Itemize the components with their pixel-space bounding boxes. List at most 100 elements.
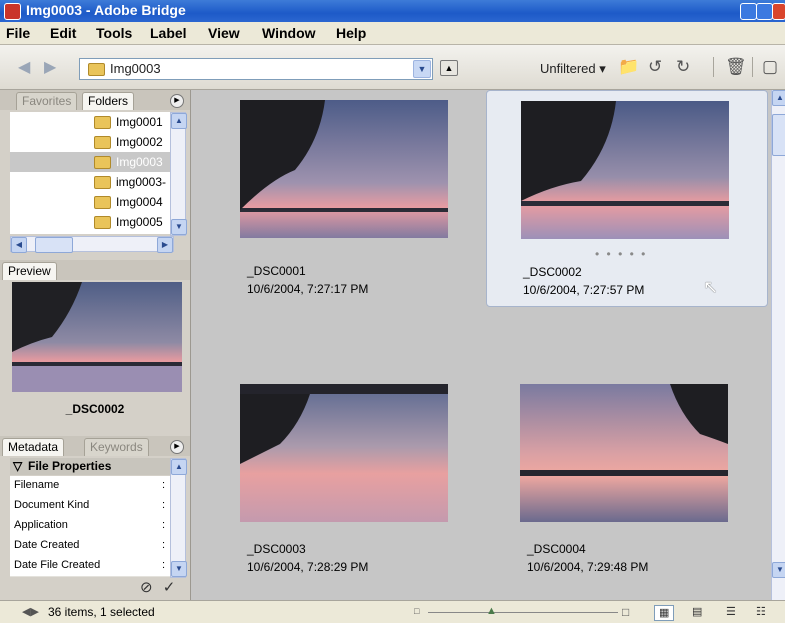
thumbnail-item-selected[interactable]: • • • • • _DSC0002 10/6/2004, 7:27:57 PM… <box>486 90 768 307</box>
path-text: Img0003 <box>110 61 161 76</box>
metadata-key: Date Created <box>14 539 80 551</box>
thumbnail-date: 10/6/2004, 7:27:17 PM <box>247 282 369 296</box>
rotate-right-icon[interactable]: ↻ <box>676 57 690 77</box>
cursor-icon: ↖ <box>703 277 719 297</box>
folder-item[interactable]: Img0002 <box>10 132 172 152</box>
metadata-vertical-scrollbar[interactable]: ▲ ▼ <box>170 458 187 578</box>
scroll-down-icon[interactable]: ▼ <box>772 562 785 578</box>
tab-favorites[interactable]: Favorites <box>16 92 78 110</box>
scroll-right-icon[interactable]: ▶ <box>157 237 173 253</box>
slider-thumb[interactable]: ▲ <box>486 605 497 617</box>
large-thumb-icon[interactable]: □ <box>622 605 629 619</box>
cancel-icon[interactable]: ⊘ <box>140 579 153 596</box>
tab-metadata[interactable]: Metadata <box>2 438 65 456</box>
menu-edit[interactable]: Edit <box>50 25 76 41</box>
thumbnails-view-icon[interactable]: ▦ <box>654 605 675 621</box>
preview-filename: _DSC0002 <box>65 402 125 416</box>
menu-file[interactable]: File <box>6 25 30 41</box>
thumbnail-item[interactable]: _DSC0001 10/6/2004, 7:27:17 PM <box>211 90 491 305</box>
folder-icon <box>88 63 105 76</box>
tab-folders[interactable]: Folders <box>82 92 135 110</box>
details-view-icon[interactable]: ☰ <box>726 605 736 619</box>
tab-keywords[interactable]: Keywords <box>84 438 149 456</box>
scroll-up-icon[interactable]: ▲ <box>171 459 187 475</box>
folder-name: Img0002 <box>116 135 163 149</box>
menu-tools[interactable]: Tools <box>96 25 132 41</box>
chevron-down-icon[interactable]: ▼ <box>413 60 431 78</box>
toggle-panels-icon[interactable]: ◀▶ <box>22 605 39 618</box>
minimize-button[interactable] <box>740 3 757 20</box>
folder-item[interactable]: Img0001 <box>10 112 172 132</box>
maximize-button[interactable] <box>756 3 773 20</box>
preview-tab-bar: Preview <box>0 260 190 280</box>
folder-item[interactable]: Img0004 <box>10 192 172 212</box>
scroll-down-icon[interactable]: ▼ <box>171 561 187 577</box>
scroll-down-icon[interactable]: ▼ <box>171 219 187 235</box>
metadata-sep: : <box>162 499 166 511</box>
toolbar: ◀ ▶ Img0003 ▼ ▲ Unfiltered ▾ 📁 ↺ ↻ 🗑 ▢ <box>0 45 785 90</box>
metadata-sep: : <box>162 539 166 551</box>
filter-dropdown[interactable]: Unfiltered ▾ <box>540 61 606 77</box>
folders-tree: Img0001 Img0002 Img0003 img0003- Img0004… <box>10 112 172 234</box>
thumbnail-date: 10/6/2004, 7:27:57 PM <box>523 283 645 297</box>
metadata-actions: ⊘ ✓ <box>140 578 175 596</box>
apply-check-icon[interactable]: ✓ <box>163 579 176 596</box>
thumbnail-size-slider[interactable] <box>428 612 618 613</box>
versions-view-icon[interactable]: ☷ <box>756 605 766 619</box>
scroll-up-icon[interactable]: ▲ <box>171 113 187 129</box>
content-vertical-scrollbar[interactable]: ▲ ▼ <box>771 90 785 600</box>
menu-bar: File Edit Tools Label View Window Help <box>0 22 785 45</box>
tab-preview[interactable]: Preview <box>2 262 57 280</box>
path-field[interactable]: Img0003 ▼ <box>79 58 433 80</box>
menu-label[interactable]: Label <box>150 25 187 41</box>
rating-dots[interactable]: • • • • • <box>595 247 647 261</box>
thumbnail-image <box>240 100 448 238</box>
scroll-up-icon[interactable]: ▲ <box>772 90 785 106</box>
title-bar: Img0003 - Adobe Bridge <box>0 0 785 22</box>
folder-name: img0003- <box>116 175 167 189</box>
thumbnails-pane: _DSC0001 10/6/2004, 7:27:17 PM • • • • •… <box>191 90 771 600</box>
new-folder-icon[interactable]: 📁 <box>618 57 639 77</box>
back-arrow-icon[interactable]: ◀ <box>18 57 30 77</box>
panel-menu-icon[interactable]: ▶ <box>170 440 184 454</box>
compact-mode-icon[interactable]: ▢ <box>762 57 778 77</box>
folders-vertical-scrollbar[interactable]: ▲ ▼ <box>170 112 187 236</box>
filmstrip-view-icon[interactable]: ▤ <box>692 605 702 619</box>
metadata-key: Filename <box>14 479 60 491</box>
metadata-tab-bar: Metadata Keywords ▶ <box>0 436 190 456</box>
menu-help[interactable]: Help <box>336 25 366 41</box>
scroll-left-icon[interactable]: ◀ <box>11 237 27 253</box>
thumbnail-item[interactable]: _DSC0003 10/6/2004, 7:28:29 PM <box>211 374 491 589</box>
window-title: Img0003 - Adobe Bridge <box>26 2 186 18</box>
menu-view[interactable]: View <box>208 25 240 41</box>
thumbnail-image <box>521 101 729 239</box>
status-bar: ◀▶ 36 items, 1 selected □ ▲ □ ▦ ▤ ☰ ☷ <box>0 600 785 623</box>
scroll-thumb[interactable] <box>35 237 73 253</box>
trash-icon[interactable]: 🗑 <box>725 57 747 77</box>
up-folder-icon[interactable]: ▲ <box>440 60 458 76</box>
folder-item[interactable]: Img0005 <box>10 212 172 232</box>
folders-horizontal-scrollbar[interactable]: ◀ ▶ <box>10 236 174 253</box>
folder-item-selected[interactable]: Img0003 <box>10 152 172 172</box>
thumbnail-date: 10/6/2004, 7:28:29 PM <box>247 560 369 574</box>
folder-name: Img0001 <box>116 115 163 129</box>
folder-item[interactable]: img0003- <box>10 172 172 192</box>
small-thumb-icon[interactable]: □ <box>414 606 419 616</box>
metadata-row: Filename: <box>10 476 172 497</box>
panel-menu-icon[interactable]: ▶ <box>170 94 184 108</box>
file-properties-label: File Properties <box>28 459 112 473</box>
file-properties-header[interactable]: ▽ File Properties <box>10 458 186 475</box>
forward-arrow-icon[interactable]: ▶ <box>44 57 56 77</box>
thumbnail-image <box>520 384 728 522</box>
metadata-row: Date Created: <box>10 536 172 557</box>
menu-window[interactable]: Window <box>262 25 316 41</box>
chevron-down-icon: ▽ <box>13 459 23 473</box>
rotate-left-icon[interactable]: ↺ <box>648 57 662 77</box>
folder-icon <box>94 216 111 229</box>
thumbnail-item[interactable]: _DSC0004 10/6/2004, 7:29:48 PM <box>491 374 771 589</box>
thumbnail-filename: _DSC0002 <box>523 265 582 279</box>
close-button[interactable] <box>772 3 785 20</box>
metadata-key: Document Kind <box>14 499 90 511</box>
scroll-thumb[interactable] <box>772 114 785 156</box>
metadata-row: Document Kind: <box>10 496 172 517</box>
